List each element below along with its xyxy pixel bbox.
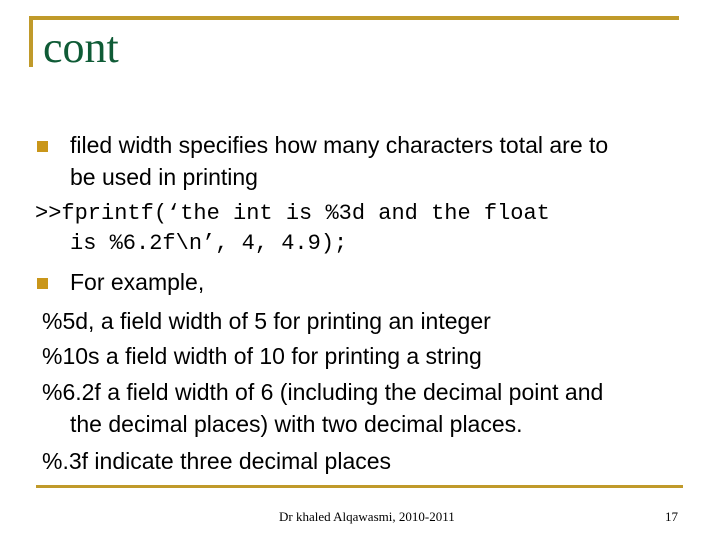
footer-rule [36,485,683,488]
square-bullet-icon [37,141,48,152]
page-number: 17 [665,509,678,524]
example-line: %5d, a field width of 5 for printing an … [42,308,491,334]
footer-author: Dr khaled Alqawasmi, 2010-2011 [279,509,455,524]
bullet-text-line: For example, [70,269,205,295]
code-line: is %6.2f\n’, 4, 4.9); [70,231,348,256]
bullet-text-line: filed width specifies how many character… [70,132,609,158]
title-frame-left-rule [29,16,33,67]
slide-title: cont [43,23,119,72]
square-bullet-icon [37,278,48,289]
example-line: %.3f indicate three decimal places [42,448,392,474]
bullet-text-line: be used in printing [70,164,258,190]
example-line: %6.2f a field width of 6 (including the … [42,379,604,405]
title-frame-top-rule [29,16,679,20]
example-line: %10s a field width of 10 for printing a … [42,343,482,369]
example-line: the decimal places) with two decimal pla… [70,411,523,437]
slide: cont filed width specifies how many char… [0,0,720,540]
code-line: >>fprintf(‘the int is %3d and the float [35,201,550,226]
